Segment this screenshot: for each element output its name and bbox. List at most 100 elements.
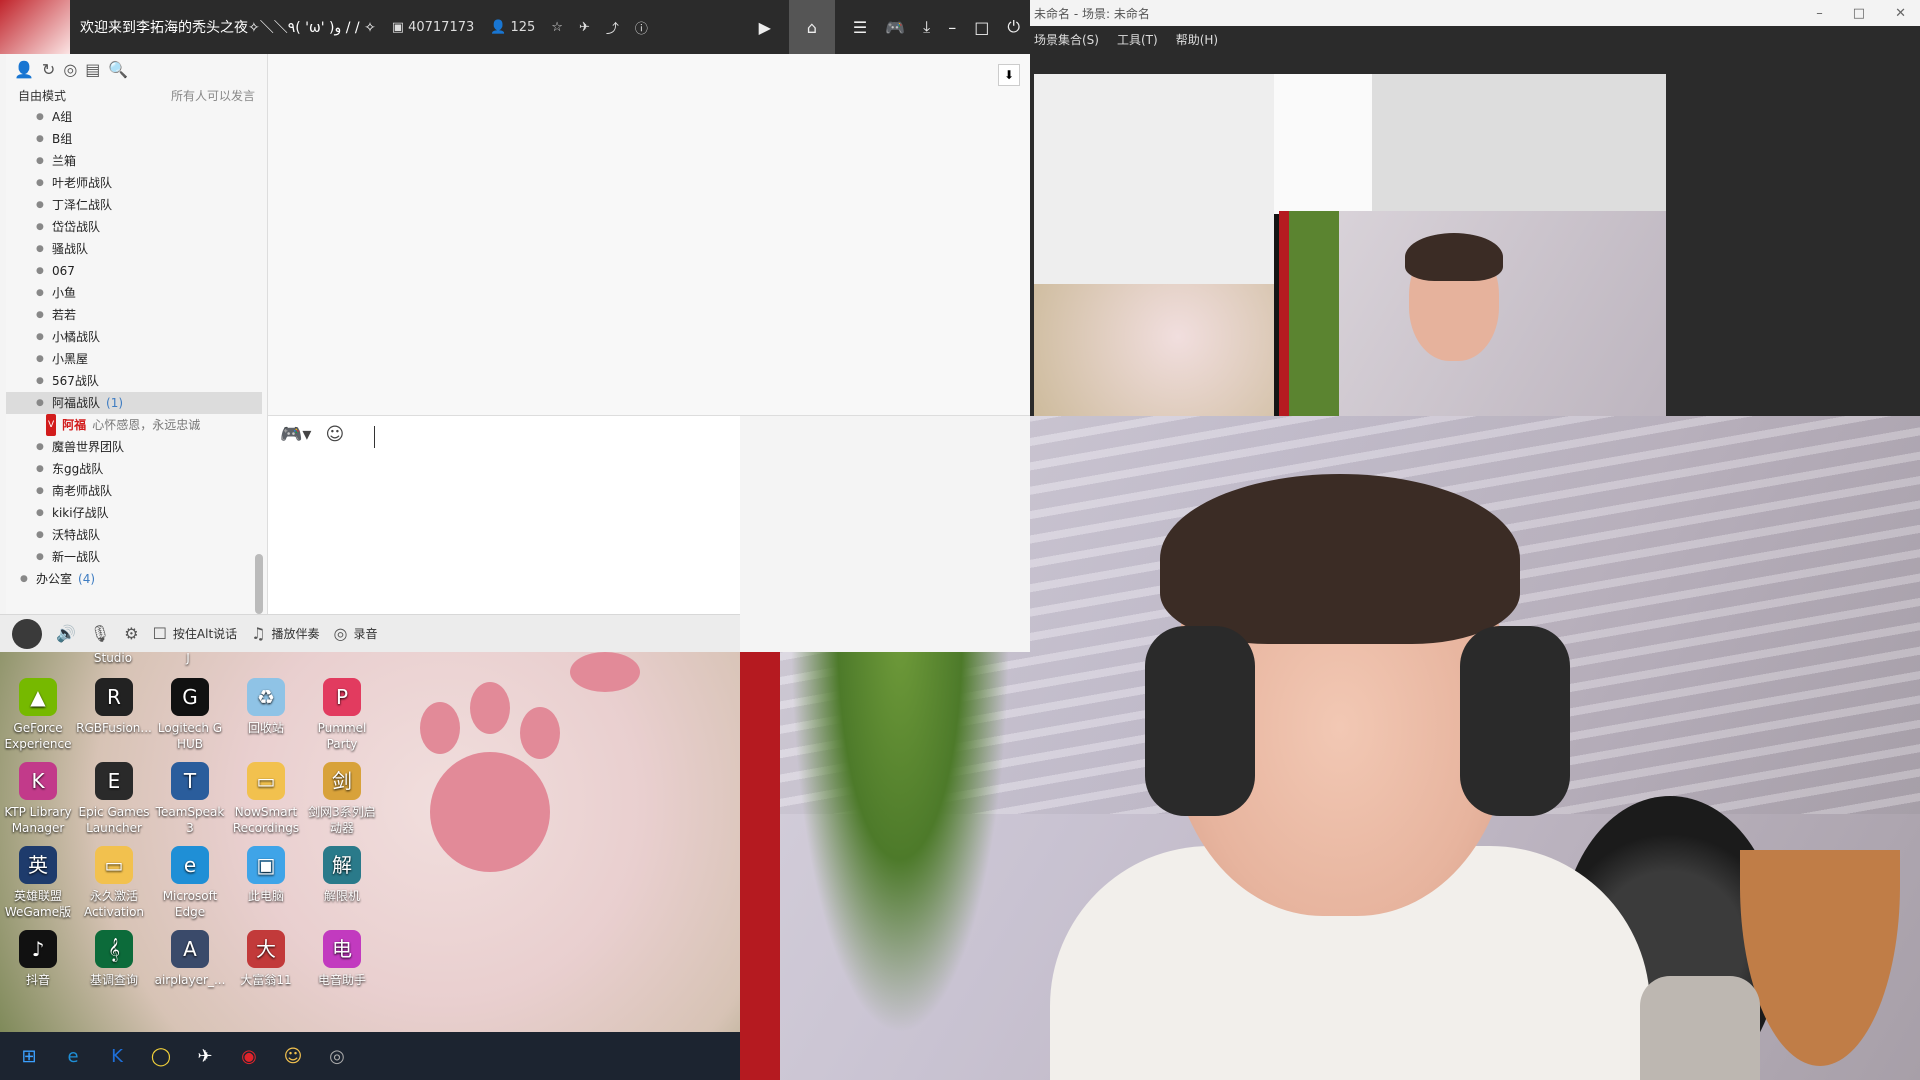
desktop-icon[interactable]: 解解限机 (304, 846, 380, 904)
desktop-icon-label[interactable]: Studio (75, 652, 151, 666)
minimize-icon[interactable]: – (1816, 6, 1823, 21)
desktop-icon[interactable]: ♻ 回收站 (228, 678, 304, 736)
desktop-icon[interactable]: ▲ GeForce Experience (0, 678, 76, 752)
channel-item[interactable]: ● kiki仔战队 (36, 502, 267, 524)
desktop-icon[interactable]: R RGBFusion... (76, 678, 152, 736)
desktop-icon[interactable]: 英英雄联盟WeGame版 (0, 846, 76, 920)
desktop-icon[interactable]: Aairplayer_... (152, 930, 228, 988)
sidebar-scrollbar[interactable] (255, 554, 263, 614)
desktop-icon-label[interactable]: J (150, 652, 226, 666)
channel-item[interactable]: ● 骚战队 (36, 238, 267, 260)
lock-icon: ● (36, 134, 44, 144)
desktop-icon[interactable]: ▭ NowSmart Recordings (228, 762, 304, 836)
online-count-value: 125 (510, 19, 536, 35)
channel-name: 丁泽仁战队 (52, 198, 113, 212)
menu-scene-collection[interactable]: 场景集合(S) (1034, 31, 1099, 48)
channel-item[interactable]: ● 沃特战队 (36, 524, 267, 546)
channel-name: 骚战队 (52, 242, 89, 256)
checkbox-icon: ☐ (152, 624, 167, 643)
desktop-icon-label: 大富翁11 (240, 973, 292, 987)
netease-music-icon[interactable]: ◉ (234, 1041, 264, 1071)
search-icon[interactable]: 🔍 (108, 60, 128, 79)
avatar[interactable] (12, 618, 42, 649)
mode-label: 自由模式 (18, 88, 67, 103)
notes-icon[interactable]: ▤ (85, 60, 100, 79)
maximize-icon[interactable]: □ (974, 18, 989, 37)
channel-item[interactable]: ● 小鱼 (36, 282, 267, 304)
desktop-icon[interactable]: E Epic Games Launcher (76, 762, 152, 836)
video-icon[interactable]: ▶ (759, 18, 771, 37)
desktop-icon[interactable]: 𝄞 基调查询 (76, 930, 152, 988)
menu-help[interactable]: 帮助(H) (1176, 31, 1218, 48)
obs-like-icon[interactable]: ◯ (146, 1041, 176, 1071)
share-icon[interactable]: ⤴ (606, 18, 619, 37)
refresh-icon[interactable]: ↻ (42, 60, 55, 79)
channel-item[interactable]: ● 魔兽世界团队 (36, 436, 267, 458)
channel-item[interactable]: ● 叶老师战队 (36, 172, 267, 194)
emoji-icon[interactable]: ☺ (325, 424, 344, 445)
close-icon[interactable]: ✕ (1895, 6, 1906, 21)
desktop-icon[interactable]: 剑剑网3系列启动器 (304, 762, 380, 836)
mic-icon[interactable]: 🎙 (90, 624, 110, 643)
channel-item[interactable]: ● 兰箱 (36, 150, 267, 172)
folder-item[interactable]: ● 办公室 (4) (20, 568, 267, 590)
desktop-icon[interactable]: 大大富翁11 (228, 930, 304, 988)
app-icon: ▭ (247, 762, 285, 800)
edge-icon[interactable]: e (58, 1041, 88, 1071)
channel-item[interactable]: ● 若若 (36, 304, 267, 326)
list-icon[interactable]: ☰ (853, 18, 867, 37)
download-icon[interactable]: ⤓ (923, 17, 930, 37)
info-icon[interactable]: ⓘ (635, 18, 648, 37)
message-input[interactable]: 🎮▾ ☺ (268, 416, 740, 614)
desktop-icon[interactable]: e Microsoft Edge (152, 846, 228, 920)
record-button[interactable]: ◎ 录音 (334, 624, 378, 643)
desktop-icon[interactable]: G Logitech G HUB (152, 678, 228, 752)
plane-icon[interactable]: ✈ (190, 1041, 220, 1071)
power-icon[interactable]: ⏻ (1007, 17, 1020, 37)
channel-item[interactable]: ● A组 (36, 106, 267, 128)
minimize-icon[interactable]: – (948, 18, 956, 37)
gamepad-icon[interactable]: 🎮▾ (280, 424, 311, 445)
channel-item[interactable]: ● 岱岱战队 (36, 216, 267, 238)
channel-item[interactable]: ● 567战队 (36, 370, 267, 392)
folder-count: (4) (78, 572, 96, 586)
play-music-button[interactable]: ♫ 播放伴奏 (251, 624, 319, 643)
home-icon[interactable]: ⌂ (788, 0, 835, 54)
desktop-icon[interactable]: T TeamSpeak 3 (152, 762, 228, 836)
kugou-icon[interactable]: K (102, 1041, 132, 1071)
location-icon[interactable]: ◎ (63, 60, 77, 79)
desktop-icon[interactable]: P Pummel Party (304, 678, 380, 752)
windows-start-icon[interactable]: ⊞ (14, 1041, 44, 1071)
channel-item[interactable]: ● 阿福战队 (1) (6, 392, 262, 414)
gamepad-icon[interactable]: 🎮 (885, 18, 905, 37)
desktop-icon[interactable]: ▣ 此电脑 (228, 846, 304, 904)
channel-item[interactable]: ● B组 (36, 128, 267, 150)
maximize-icon[interactable]: □ (1853, 6, 1865, 21)
obs-icon[interactable]: ◎ (322, 1041, 352, 1071)
channel-item[interactable]: ● 东gg战队 (36, 458, 267, 480)
desktop-icon-label: 解限机 (323, 889, 360, 903)
channel-item[interactable]: ● 067 (36, 260, 267, 282)
speaker-icon[interactable]: 🔊 (56, 624, 76, 643)
channel-item[interactable]: ● 南老师战队 (36, 480, 267, 502)
desktop-icon[interactable]: ♪ 抖音 (0, 930, 76, 988)
speaking-mode[interactable]: 自由模式 所有人可以发言 (6, 84, 267, 106)
game-avatar-icon[interactable]: ☺ (278, 1041, 308, 1071)
channel-item[interactable]: ● 小黑屋 (36, 348, 267, 370)
desktop-icon[interactable]: 电电音助手 (304, 930, 380, 988)
plane-icon[interactable]: ✈ (579, 20, 590, 35)
channel-item[interactable]: ● 丁泽仁战队 (36, 194, 267, 216)
lock-icon: ● (36, 156, 44, 166)
desktop-icon[interactable]: ▭ 永久激活Activation (76, 846, 152, 920)
member-item[interactable]: V 阿福 心怀感恩，永远忠诚 (36, 414, 267, 436)
push-to-talk-button[interactable]: ☐ 按住Alt说话 (153, 624, 238, 643)
scroll-down-icon[interactable]: ⬇ (998, 64, 1020, 86)
mixer-icon[interactable]: ⚙ (124, 624, 138, 643)
desktop-icon[interactable]: K KTP Library Manager (0, 762, 76, 836)
menu-tools[interactable]: 工具(T) (1117, 31, 1158, 48)
desktop-icon-label: 英雄联盟WeGame版 (4, 889, 72, 919)
user-icon[interactable]: 👤 (14, 60, 34, 79)
channel-item[interactable]: ● 新一战队 (36, 546, 267, 568)
channel-item[interactable]: ● 小橘战队 (36, 326, 267, 348)
star-icon[interactable]: ☆ (551, 20, 563, 35)
